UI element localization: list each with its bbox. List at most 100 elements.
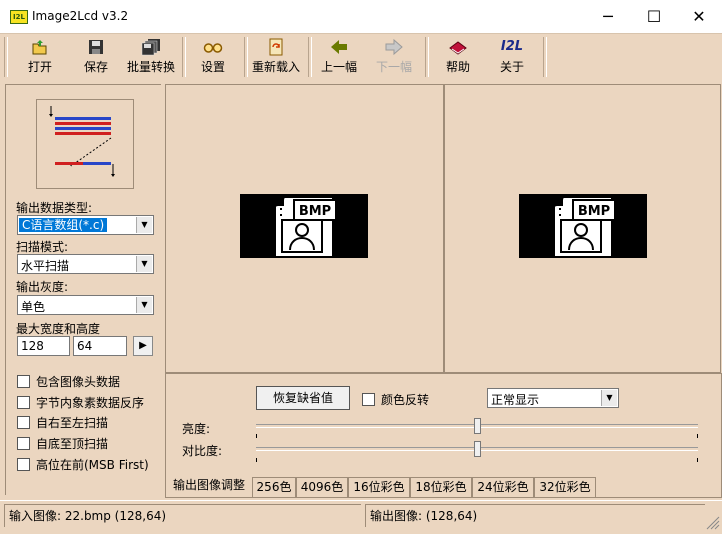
bottom-to-top-label: 自底至顶扫描 bbox=[36, 437, 109, 451]
gray-level-label: 输出灰度: bbox=[16, 280, 69, 294]
save-label: 保存 bbox=[83, 60, 108, 74]
display-mode-select[interactable]: 正常显示 ▼ bbox=[487, 388, 619, 408]
toolbar-separator bbox=[244, 37, 248, 77]
contrast-slider-thumb[interactable] bbox=[473, 441, 481, 457]
previous-image-label: 上一幅 bbox=[320, 60, 357, 74]
settings-button[interactable]: 设置 bbox=[195, 38, 231, 78]
close-button[interactable]: ✕ bbox=[676, 0, 722, 33]
open-label: 打开 bbox=[27, 60, 52, 74]
scan-direction-icon bbox=[49, 106, 115, 177]
previous-image-button[interactable]: 上一幅 bbox=[320, 38, 358, 78]
next-image-label: 下一幅 bbox=[375, 60, 412, 74]
reload-document-icon bbox=[269, 38, 283, 56]
msb-first-checkbox[interactable]: 高位在前(MSB First) bbox=[17, 456, 149, 473]
right-to-left-label: 自右至左扫描 bbox=[36, 416, 109, 430]
tab-output-adjust[interactable]: 输出图像调整 bbox=[168, 476, 250, 495]
max-size-label: 最大宽度和高度 bbox=[16, 322, 101, 336]
about-label: 关于 bbox=[499, 60, 524, 74]
batch-convert-label: 批量转换 bbox=[126, 60, 175, 74]
output-bmp-image: BMP bbox=[519, 194, 647, 258]
toolbar: 打开 保存 批量转换 设置 重新载入 上一幅 下一幅 帮助 I2L 关于 bbox=[0, 33, 722, 81]
app-window: I2L Image2Lcd v3.2 ─ ☐ ✕ 打开 保存 批量转换 设置 重… bbox=[0, 0, 722, 534]
status-bar: 输入图像: 22.bmp (128,64) 输出图像: (128,64) bbox=[0, 500, 722, 534]
chevron-down-icon[interactable]: ▼ bbox=[136, 217, 152, 233]
reverse-bits-checkbox[interactable]: 字节内象素数据反序 bbox=[17, 394, 144, 411]
reload-label: 重新载入 bbox=[251, 60, 300, 74]
scan-mode-select[interactable]: 水平扫描 ▼ bbox=[17, 254, 154, 274]
arrow-right-icon bbox=[385, 38, 403, 56]
app-logo-icon: I2L bbox=[500, 39, 524, 54]
minimize-button[interactable]: ─ bbox=[585, 0, 631, 33]
help-button[interactable]: 帮助 bbox=[440, 38, 476, 78]
settings-pane: 输出数据类型: C语言数组(*.c) ▼ 扫描模式: 水平扫描 ▼ 输出灰度: … bbox=[5, 84, 161, 495]
about-button[interactable]: I2L 关于 bbox=[494, 38, 530, 78]
include-header-checkbox[interactable]: 包含图像头数据 bbox=[17, 373, 120, 390]
checkbox-box[interactable] bbox=[362, 393, 375, 406]
open-folder-icon bbox=[32, 40, 47, 55]
output-image-status: 输出图像: (128,64) bbox=[365, 504, 705, 527]
help-book-icon bbox=[449, 41, 467, 55]
output-type-label: 输出数据类型: bbox=[16, 201, 93, 215]
toolbar-separator bbox=[4, 37, 8, 77]
resize-grip-icon[interactable] bbox=[706, 516, 720, 530]
invert-color-checkbox[interactable]: 颜色反转 bbox=[362, 391, 429, 408]
reload-button[interactable]: 重新载入 bbox=[251, 38, 301, 78]
right-to-left-checkbox[interactable]: 自右至左扫描 bbox=[17, 414, 108, 431]
brightness-label: 亮度: bbox=[182, 422, 211, 436]
max-width-input[interactable]: 128 bbox=[17, 336, 70, 356]
reverse-bits-label: 字节内象素数据反序 bbox=[36, 396, 145, 410]
bmp-badge-text: BMP bbox=[578, 204, 610, 219]
apply-size-button[interactable]: ▶ bbox=[133, 336, 153, 356]
title-bar: I2L Image2Lcd v3.2 ─ ☐ ✕ bbox=[0, 0, 722, 33]
chevron-down-icon[interactable]: ▼ bbox=[136, 297, 152, 313]
arrow-left-icon bbox=[331, 40, 347, 54]
brightness-slider-thumb[interactable] bbox=[473, 418, 481, 434]
next-image-button[interactable]: 下一幅 bbox=[375, 38, 413, 78]
toolbar-separator bbox=[308, 37, 312, 77]
scan-mode-label: 扫描模式: bbox=[16, 240, 69, 254]
bottom-to-top-checkbox[interactable]: 自底至顶扫描 bbox=[17, 435, 108, 452]
help-label: 帮助 bbox=[445, 60, 470, 74]
multiple-disks-icon bbox=[141, 39, 160, 56]
checkbox-box[interactable] bbox=[17, 416, 30, 429]
gray-level-value: 单色 bbox=[21, 300, 46, 314]
output-image-preview: BMP bbox=[444, 84, 721, 373]
tab-16bit-color[interactable]: 16位彩色 bbox=[348, 477, 410, 497]
checkbox-box[interactable] bbox=[17, 437, 30, 450]
checkbox-box[interactable] bbox=[17, 375, 30, 388]
msb-first-label: 高位在前(MSB First) bbox=[36, 458, 149, 472]
toolbar-separator bbox=[182, 37, 186, 77]
max-height-input[interactable]: 64 bbox=[73, 336, 127, 356]
bmp-file-icon: BMP bbox=[519, 194, 647, 258]
bmp-file-icon: BMP bbox=[240, 194, 368, 258]
chevron-down-icon[interactable]: ▼ bbox=[136, 256, 152, 272]
checkbox-box[interactable] bbox=[17, 458, 30, 471]
app-icon: I2L bbox=[10, 10, 28, 24]
include-header-label: 包含图像头数据 bbox=[36, 375, 121, 389]
input-bmp-image: BMP bbox=[240, 194, 368, 258]
tab-32bit-color[interactable]: 32位彩色 bbox=[534, 477, 596, 497]
scan-mode-preview bbox=[36, 99, 134, 189]
save-button[interactable]: 保存 bbox=[78, 38, 114, 78]
open-button[interactable]: 打开 bbox=[22, 38, 58, 78]
tab-18bit-color[interactable]: 18位彩色 bbox=[410, 477, 472, 497]
tab-24bit-color[interactable]: 24位彩色 bbox=[472, 477, 534, 497]
checkbox-box[interactable] bbox=[17, 396, 30, 409]
window-title: Image2Lcd v3.2 bbox=[32, 9, 129, 23]
floppy-disk-icon bbox=[89, 40, 103, 54]
batch-convert-button[interactable]: 批量转换 bbox=[124, 38, 178, 78]
invert-color-label: 颜色反转 bbox=[381, 393, 430, 407]
maximize-button[interactable]: ☐ bbox=[631, 0, 677, 33]
contrast-ticks bbox=[256, 458, 698, 462]
gray-level-select[interactable]: 单色 ▼ bbox=[17, 295, 154, 315]
output-type-value: C语言数组(*.c) bbox=[19, 218, 108, 232]
restore-default-button[interactable]: 恢复缺省值 bbox=[256, 386, 350, 410]
tab-256-color[interactable]: 256色 bbox=[252, 477, 296, 497]
input-image-preview: BMP bbox=[165, 84, 444, 373]
glasses-icon bbox=[203, 43, 223, 53]
tab-4096-color[interactable]: 4096色 bbox=[296, 477, 348, 497]
scan-mode-value: 水平扫描 bbox=[21, 259, 70, 273]
chevron-down-icon[interactable]: ▼ bbox=[601, 390, 617, 406]
output-type-select[interactable]: C语言数组(*.c) ▼ bbox=[17, 215, 154, 235]
contrast-label: 对比度: bbox=[182, 444, 223, 458]
